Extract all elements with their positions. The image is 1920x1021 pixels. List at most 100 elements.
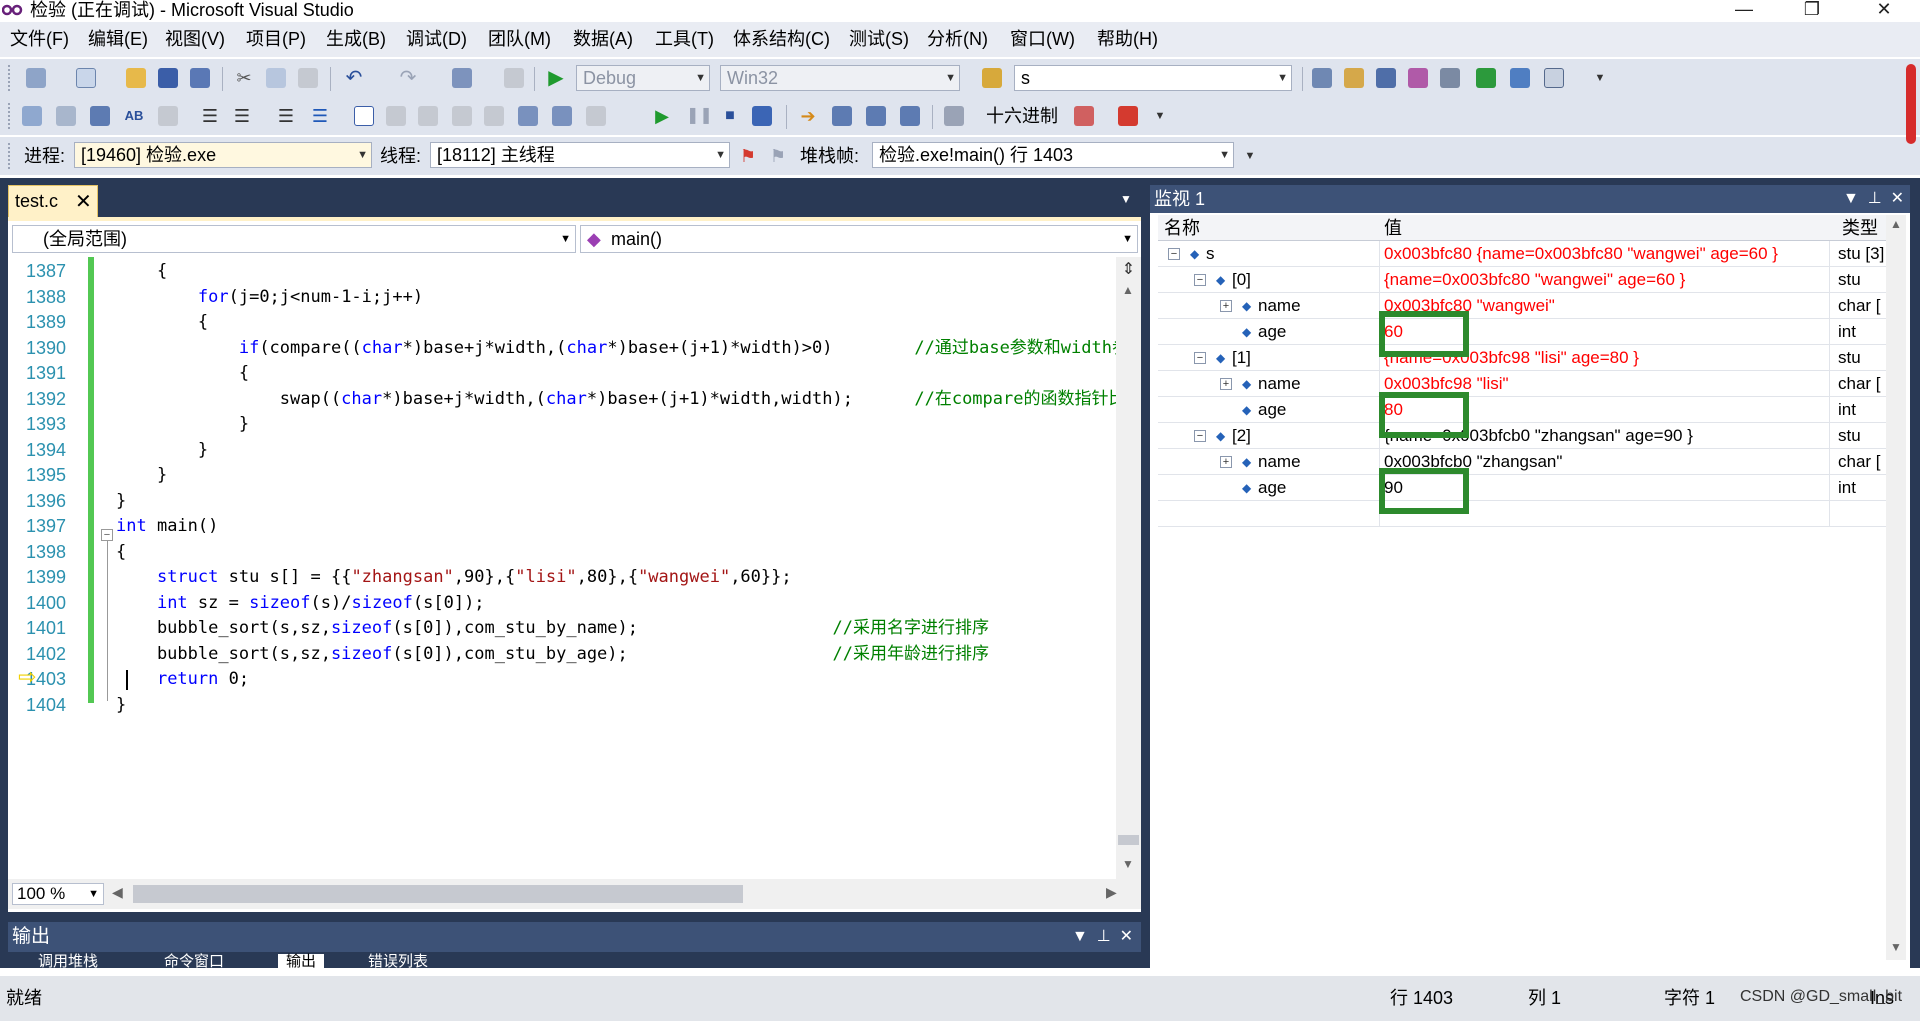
pointer-icon[interactable] [90, 106, 110, 126]
zoom-dropdown[interactable]: 100 % ▼ [12, 883, 104, 905]
prev-bookmark-folder-icon[interactable] [452, 106, 472, 126]
paste-icon[interactable] [298, 68, 318, 88]
menu-edit[interactable]: 编辑(E) [88, 28, 148, 50]
copy-icon[interactable] [266, 68, 286, 88]
tab-list-dropdown-icon[interactable]: ▼ [1120, 192, 1132, 206]
clear-bookmarks-icon[interactable] [586, 106, 606, 126]
menu-debug[interactable]: 调试(D) [406, 28, 467, 50]
toolbar-options-icon[interactable]: ▼ [1240, 146, 1260, 166]
watch-row[interactable]: ◆ age 90 int [1158, 475, 1886, 501]
scope-dropdown[interactable]: (全局范围) ▼ [12, 225, 576, 253]
list-members-icon[interactable] [158, 106, 178, 126]
scroll-thumb[interactable] [1118, 835, 1139, 845]
step-out-icon[interactable] [900, 106, 920, 126]
continue-icon[interactable]: ▶ [652, 106, 672, 126]
watch-row[interactable]: + ◆ name 0x003bfc80 "wangwei" char [ [1158, 293, 1886, 319]
minimize-button[interactable]: — [1724, 0, 1764, 20]
decrease-indent-icon[interactable]: ☰ [200, 106, 220, 126]
object-browser-icon[interactable] [1376, 68, 1396, 88]
scroll-up-icon[interactable]: ▲ [1890, 217, 1902, 231]
collapse-icon[interactable]: − [1168, 248, 1180, 260]
menu-file[interactable]: 文件(F) [10, 28, 69, 50]
split-icon[interactable]: ⇕ [1118, 261, 1139, 279]
menu-project[interactable]: 项目(P) [246, 28, 306, 50]
show-next-statement-icon[interactable]: ➔ [798, 106, 818, 126]
collapse-main-icon[interactable]: − [101, 529, 113, 541]
stack-frame-dropdown[interactable]: 检验.exe!main() 行 1403 ▼ [872, 142, 1234, 168]
column-value[interactable]: 值 [1384, 215, 1402, 241]
uncomment-icon[interactable]: ☰ [310, 106, 330, 126]
menu-build[interactable]: 生成(B) [326, 28, 386, 50]
toolbar-grip[interactable] [8, 143, 11, 169]
menu-data[interactable]: 数据(A) [573, 28, 633, 50]
menu-view[interactable]: 视图(V) [165, 28, 225, 50]
editor-vertical-scrollbar[interactable]: ⇕ ▲ ▼ [1116, 257, 1141, 879]
bookmark-icon[interactable] [354, 106, 374, 126]
watch-row[interactable]: − ◆ [0] {name=0x003bfc80 "wangwei" age=60 }… [1158, 267, 1886, 293]
properties-icon[interactable] [1344, 68, 1364, 88]
watch-row[interactable]: − ◆ s 0x003bfc80 {name=0x003bfc80 "wangwei"… [1158, 241, 1886, 267]
watch-row[interactable]: − ◆ [2] {name=0x003bfcb0 "zhangsan" age=90 … [1158, 423, 1886, 449]
collapse-icon[interactable]: − [1194, 430, 1206, 442]
expand-icon[interactable]: + [1220, 300, 1232, 312]
save-all-icon[interactable] [190, 68, 210, 88]
thread-dropdown[interactable]: [18112] 主线程 ▼ [430, 142, 730, 168]
scroll-right-icon[interactable]: ▶ [1106, 884, 1117, 901]
solution-explorer-icon[interactable] [1312, 68, 1332, 88]
new-project-icon[interactable] [26, 68, 46, 88]
watch-vertical-scrollbar[interactable]: ▲ ▼ [1886, 215, 1906, 960]
flag-all-threads-icon[interactable]: ⚑ [768, 146, 788, 166]
tab-call-stack[interactable]: 调用堆栈 [38, 954, 98, 969]
tools-icon[interactable] [1440, 68, 1460, 88]
solution-configuration-dropdown[interactable]: Debug ▼ [576, 65, 710, 91]
panel-buttons[interactable]: ▼ ⊥ ✕ [1843, 185, 1904, 213]
code-text-area[interactable]: 1387 {1388 for(j=0;j<num-1-i;j++) 1389 {1… [8, 257, 1116, 879]
hexadecimal-toggle[interactable]: 十六进制 [986, 105, 1058, 127]
toolbar-options-icon[interactable]: ▼ [1150, 106, 1170, 126]
restore-button[interactable]: ❐ [1792, 0, 1832, 20]
process-dropdown[interactable]: [19460] 检验.exe ▼ [74, 142, 372, 168]
find-in-files-icon[interactable] [982, 68, 1002, 88]
format-icon[interactable] [22, 106, 42, 126]
next-bookmark-doc-icon[interactable] [552, 106, 572, 126]
extension-manager-icon[interactable] [1510, 68, 1530, 88]
expand-icon[interactable]: + [1220, 378, 1232, 390]
toolbar-options-icon[interactable]: ▼ [1590, 68, 1610, 88]
increase-indent-icon[interactable]: ☰ [232, 106, 252, 126]
navigate-backward-icon[interactable] [452, 68, 472, 88]
comment-icon[interactable]: ☰ [276, 106, 296, 126]
toolbar-grip[interactable] [8, 103, 11, 129]
prev-bookmark-doc-icon[interactable] [518, 106, 538, 126]
cut-icon[interactable]: ✂ [234, 68, 254, 88]
menu-window[interactable]: 窗口(W) [1010, 28, 1075, 50]
watch-empty-row[interactable] [1158, 501, 1886, 527]
next-bookmark-folder-icon[interactable] [484, 106, 504, 126]
collapse-icon[interactable]: − [1194, 274, 1206, 286]
redo-icon[interactable]: ↷ [398, 68, 418, 88]
expand-icon[interactable]: + [1220, 456, 1232, 468]
add-item-icon[interactable] [76, 68, 96, 88]
scroll-up-icon[interactable]: ▲ [1122, 283, 1134, 297]
font-size-icon[interactable]: AB [124, 106, 144, 126]
scroll-down-icon[interactable]: ▼ [1122, 857, 1134, 871]
flag-thread-icon[interactable]: ⚑ [738, 146, 758, 166]
scroll-left-icon[interactable]: ◀ [112, 884, 123, 901]
find-combo-input[interactable]: s ▼ [1014, 65, 1292, 91]
editor-horizontal-scrollbar[interactable]: 100 % ▼ ◀ ▶ [8, 879, 1141, 909]
stop-debugging-icon[interactable]: ■ [720, 106, 740, 126]
toolbox-icon[interactable] [1408, 68, 1428, 88]
step-over-icon[interactable] [866, 106, 886, 126]
undo-icon[interactable]: ↶ [344, 68, 364, 88]
menu-team[interactable]: 团队(M) [488, 28, 551, 50]
start-page-icon[interactable] [1476, 68, 1496, 88]
next-bookmark-icon[interactable] [418, 106, 438, 126]
menu-tools[interactable]: 工具(T) [655, 28, 714, 50]
window-layout-icon[interactable] [1544, 68, 1564, 88]
save-icon[interactable] [158, 68, 178, 88]
function-dropdown[interactable]: ◆ main() ▼ [580, 225, 1138, 253]
column-type[interactable]: 类型 [1842, 215, 1878, 241]
menu-analyze[interactable]: 分析(N) [927, 28, 988, 50]
scroll-down-icon[interactable]: ▼ [1890, 940, 1902, 954]
watch-row[interactable]: + ◆ name 0x003bfc98 "lisi" char [ [1158, 371, 1886, 397]
restart-icon[interactable] [752, 106, 772, 126]
